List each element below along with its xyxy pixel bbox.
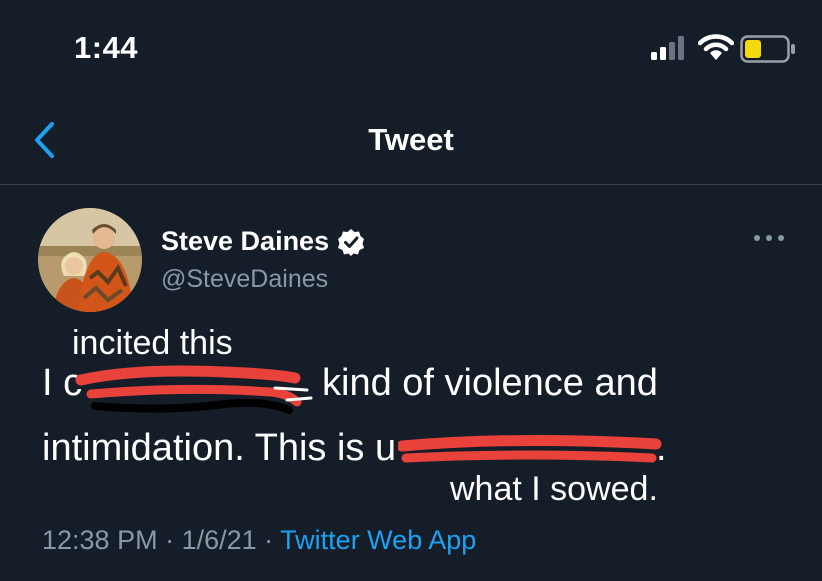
tweet-date: 1/6/21	[181, 525, 257, 555]
more-options-icon[interactable]	[752, 228, 786, 248]
wifi-icon	[698, 34, 734, 60]
author-name-row[interactable]: Steve Daines	[161, 226, 365, 257]
redaction-scribble-2	[398, 434, 662, 463]
page-title: Tweet	[368, 122, 454, 157]
avatar[interactable]	[38, 208, 142, 312]
annotation-what-i-sowed: what I sowed.	[450, 470, 658, 508]
cellular-signal-icon	[651, 36, 684, 60]
annotation-incited-this: incited this	[72, 324, 233, 362]
redaction-scribble-1	[75, 365, 313, 414]
navigation-bar: Tweet	[0, 100, 822, 185]
meta-separator: ·	[256, 525, 281, 555]
tweet-time: 12:38 PM	[42, 525, 158, 555]
verified-badge-icon	[338, 228, 365, 256]
author-handle[interactable]: @SteveDaines	[161, 265, 328, 294]
battery-icon	[740, 35, 795, 63]
status-time: 1:44	[74, 30, 139, 65]
source-app-link[interactable]: Twitter Web App	[280, 525, 476, 555]
tweet-text-line2: intimidation. This is u	[42, 427, 397, 469]
meta-separator: ·	[157, 525, 182, 555]
tweet-text-line2-end: .	[656, 427, 667, 469]
status-bar: 1:44	[0, 0, 822, 100]
tweet-text-line1-end: kind of violence and	[322, 362, 658, 404]
author-name[interactable]: Steve Daines	[161, 226, 329, 257]
tweet-meta: 12:38 PM · 1/6/21 · Twitter Web App	[42, 525, 476, 556]
